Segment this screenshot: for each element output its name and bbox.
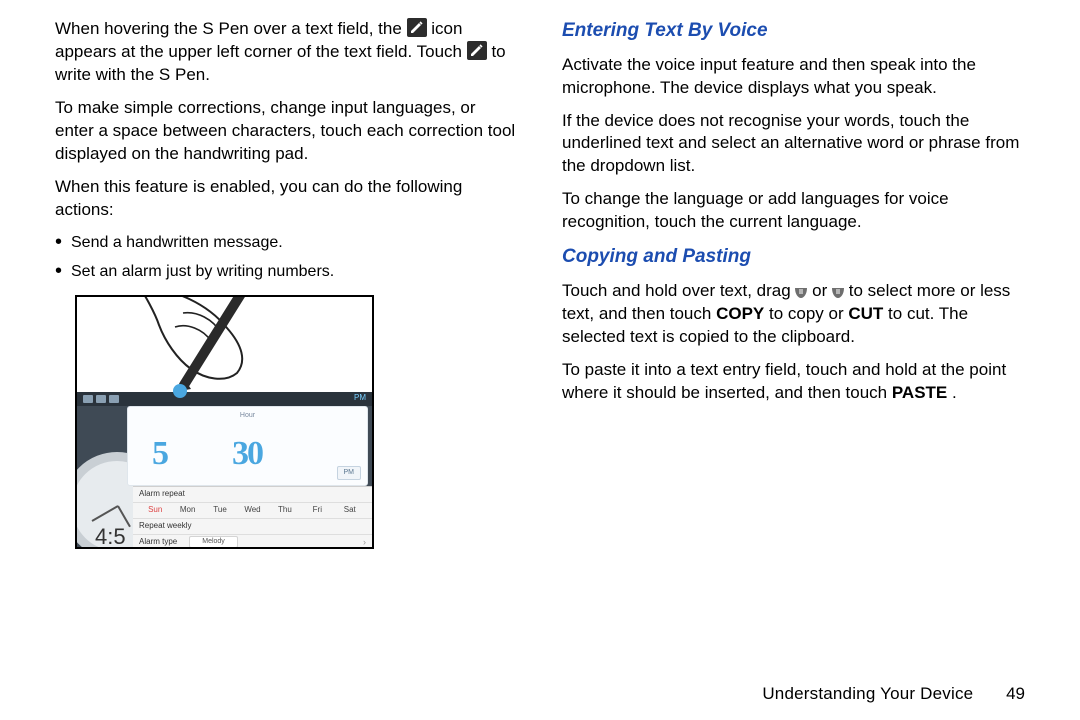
day-fri: Fri: [301, 505, 333, 516]
text-fragment: Touch and hold over text, drag: [562, 281, 795, 300]
selection-handle-right-icon: [832, 281, 844, 299]
row-alarm-type: Alarm type Melody ›: [133, 535, 372, 549]
heading-copy-paste: Copying and Pasting: [562, 244, 1025, 270]
ampm-button: PM: [337, 466, 362, 479]
copy-keyword: COPY: [716, 304, 764, 323]
hand-with-spen-illustration: [117, 295, 347, 438]
list-item: Set an alarm just by writing numbers.: [55, 261, 518, 283]
manual-page: When hovering the S Pen over a text fiel…: [0, 0, 1080, 720]
left-column: When hovering the S Pen over a text fiel…: [55, 18, 518, 549]
status-left-icons: [83, 395, 119, 403]
day-tue: Tue: [204, 505, 236, 516]
text-fragment: .: [952, 383, 957, 402]
feature-enabled-paragraph: When this feature is enabled, you can do…: [55, 176, 518, 222]
list-item: Send a handwritten message.: [55, 232, 518, 254]
status-time: PM: [354, 393, 366, 404]
day-sat: Sat: [334, 505, 366, 516]
page-number: 49: [1006, 684, 1025, 704]
row-repeat-weekly: Repeat weekly: [133, 519, 372, 535]
voice-paragraph-2: If the device does not recognise your wo…: [562, 110, 1025, 179]
pen-to-text-icon: [407, 18, 427, 37]
voice-paragraph-3: To change the language or add languages …: [562, 188, 1025, 234]
page-footer: Understanding Your Device 49: [762, 684, 1025, 704]
heading-voice: Entering Text By Voice: [562, 18, 1025, 44]
digital-clock-time: 4:5: [95, 522, 126, 549]
text-fragment: or: [812, 281, 832, 300]
paste-keyword: PASTE: [892, 383, 947, 402]
corrections-paragraph: To make simple corrections, change input…: [55, 97, 518, 166]
actions-list: Send a handwritten message. Set an alarm…: [55, 232, 518, 283]
row-days: Sun Mon Tue Wed Thu Fri Sat: [133, 503, 372, 519]
day-wed: Wed: [236, 505, 268, 516]
text-fragment: When hovering the S Pen over a text fiel…: [55, 19, 407, 38]
two-column-layout: When hovering the S Pen over a text fiel…: [55, 18, 1025, 549]
selection-handle-left-icon: [795, 281, 807, 299]
spen-hover-paragraph: When hovering the S Pen over a text fiel…: [55, 18, 518, 87]
right-column: Entering Text By Voice Activate the voic…: [562, 18, 1025, 549]
digital-clock-day: Monday: [85, 548, 121, 549]
day-sun: Sun: [139, 505, 171, 516]
copy-paragraph-1: Touch and hold over text, drag or to sel…: [562, 280, 1025, 349]
day-thu: Thu: [269, 505, 301, 516]
spen-alarm-figure: PM 4:5 Monday Hour 5 30 PM Alarm repeat: [75, 295, 374, 549]
copy-paragraph-2: To paste it into a text entry field, tou…: [562, 359, 1025, 405]
voice-paragraph-1: Activate the voice input feature and the…: [562, 54, 1025, 100]
pen-to-text-icon: [467, 41, 487, 60]
cut-keyword: CUT: [848, 304, 883, 323]
row-alarm-repeat: Alarm repeat: [133, 487, 372, 503]
text-fragment: to copy or: [769, 304, 848, 323]
section-name: Understanding Your Device: [762, 684, 973, 703]
chevron-right-icon: ›: [363, 536, 366, 548]
day-mon: Mon: [171, 505, 203, 516]
alarm-settings-panel: Alarm repeat Sun Mon Tue Wed Thu Fri Sat…: [133, 486, 372, 547]
